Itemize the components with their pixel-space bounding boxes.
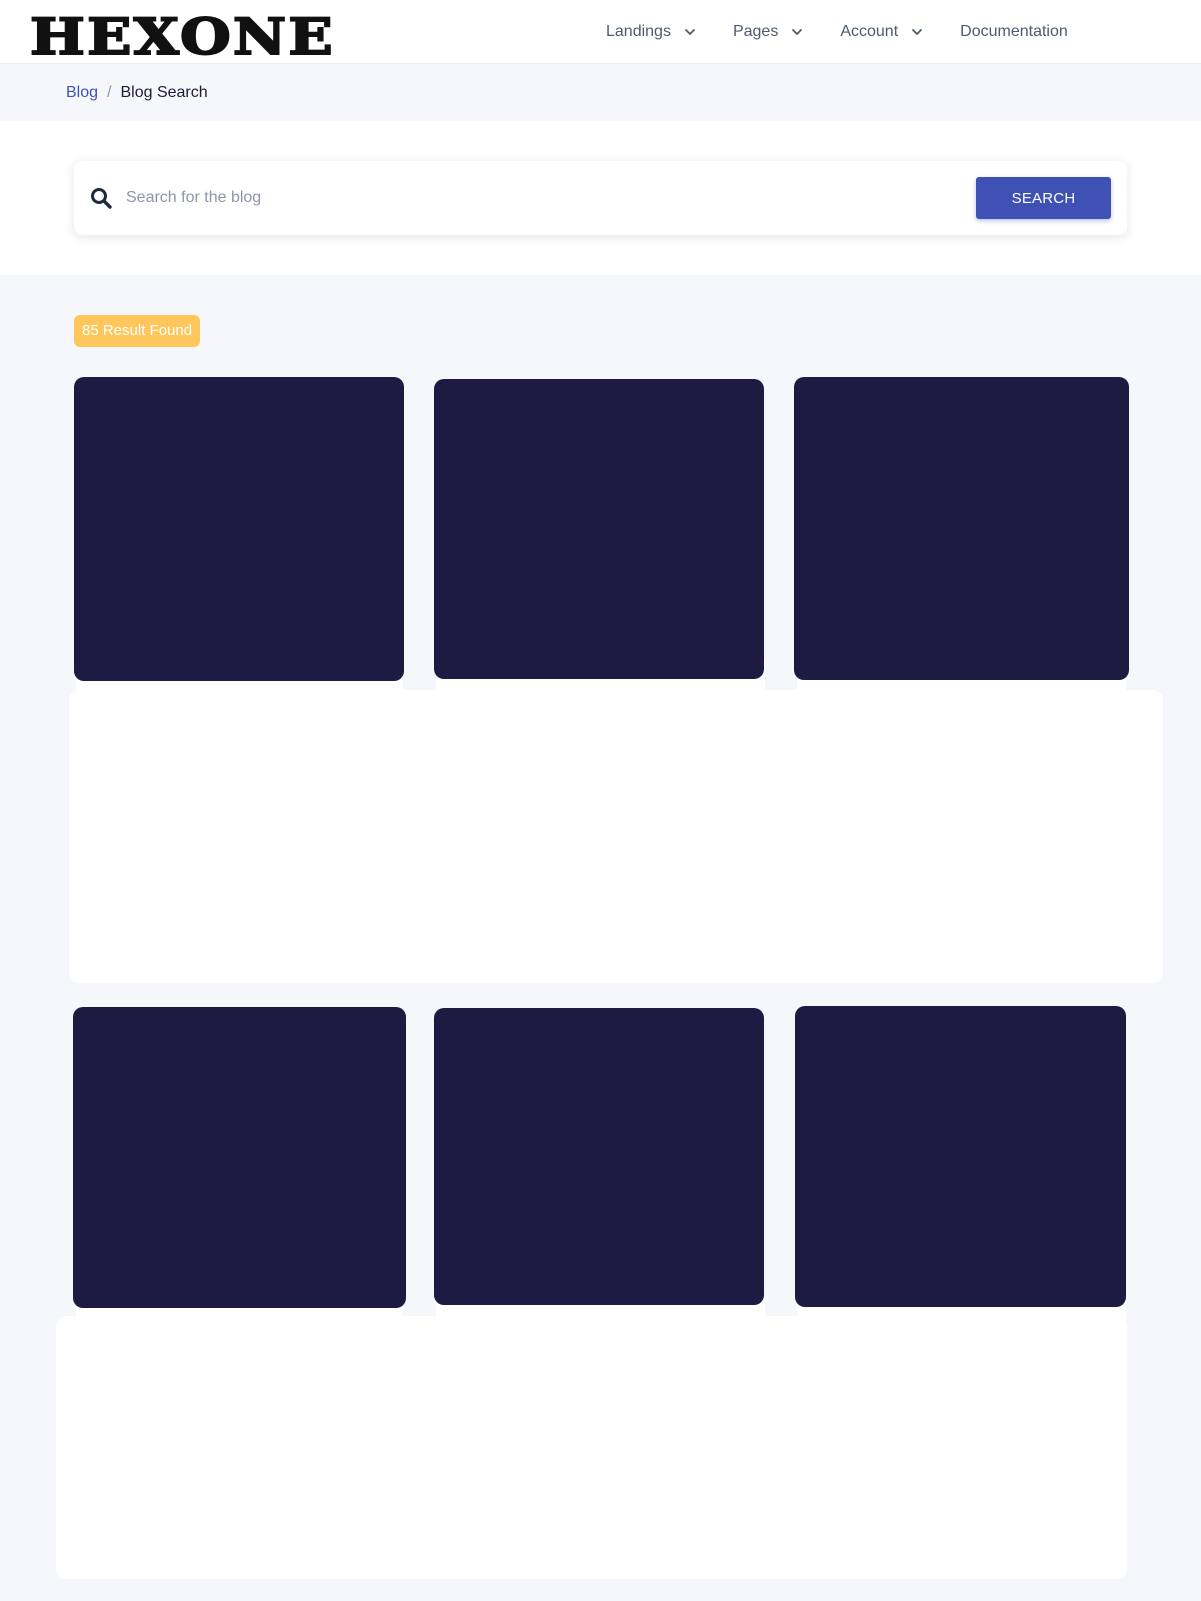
nav-item-label: Landings: [606, 23, 671, 40]
svg-text:HEXONE: HEXONE: [30, 12, 335, 60]
nav-item-label: Account: [840, 23, 899, 40]
nav-item-label: Documentation: [960, 23, 1068, 40]
nav-item-landings[interactable]: Landings: [606, 23, 697, 41]
blog-card-image[interactable]: [434, 1008, 764, 1305]
hexone-logo[interactable]: HEXONE: [30, 12, 340, 60]
search-button[interactable]: SEARCH: [976, 177, 1111, 219]
blog-card-image[interactable]: [794, 377, 1129, 680]
nav-item-account[interactable]: Account: [840, 23, 924, 41]
blog-card-content-panel: [69, 690, 1163, 983]
breadcrumb-separator: /: [107, 84, 112, 101]
search-input[interactable]: [126, 179, 986, 217]
search-icon: [91, 188, 112, 209]
blog-card-image[interactable]: [795, 1006, 1126, 1307]
blog-card-content-panel: [56, 1316, 1127, 1579]
top-navbar: HEXONE Landings Pages Account Documentat…: [0, 0, 1201, 64]
result-count-badge: 85 Result Found: [74, 315, 201, 347]
breadcrumb-current: Blog Search: [120, 84, 208, 101]
breadcrumb: Blog / Blog Search: [66, 84, 208, 102]
chevron-down-icon: [685, 29, 695, 35]
nav-item-label: Pages: [732, 23, 779, 40]
chevron-down-icon: [792, 29, 803, 35]
breadcrumb-bar: Blog / Blog Search: [0, 65, 1201, 121]
blog-card-image[interactable]: [434, 379, 764, 679]
search-section: SEARCH: [0, 121, 1201, 275]
breadcrumb-link-blog[interactable]: Blog: [66, 84, 98, 102]
search-card: SEARCH: [74, 161, 1127, 235]
blog-card-image[interactable]: [74, 377, 404, 681]
chevron-down-icon: [912, 29, 923, 35]
blog-card-image[interactable]: [73, 1007, 406, 1308]
nav-item-documentation[interactable]: Documentation: [960, 23, 1068, 41]
main-nav: Landings Pages Account Documentation: [606, 0, 1068, 64]
nav-item-pages[interactable]: Pages: [733, 23, 804, 41]
